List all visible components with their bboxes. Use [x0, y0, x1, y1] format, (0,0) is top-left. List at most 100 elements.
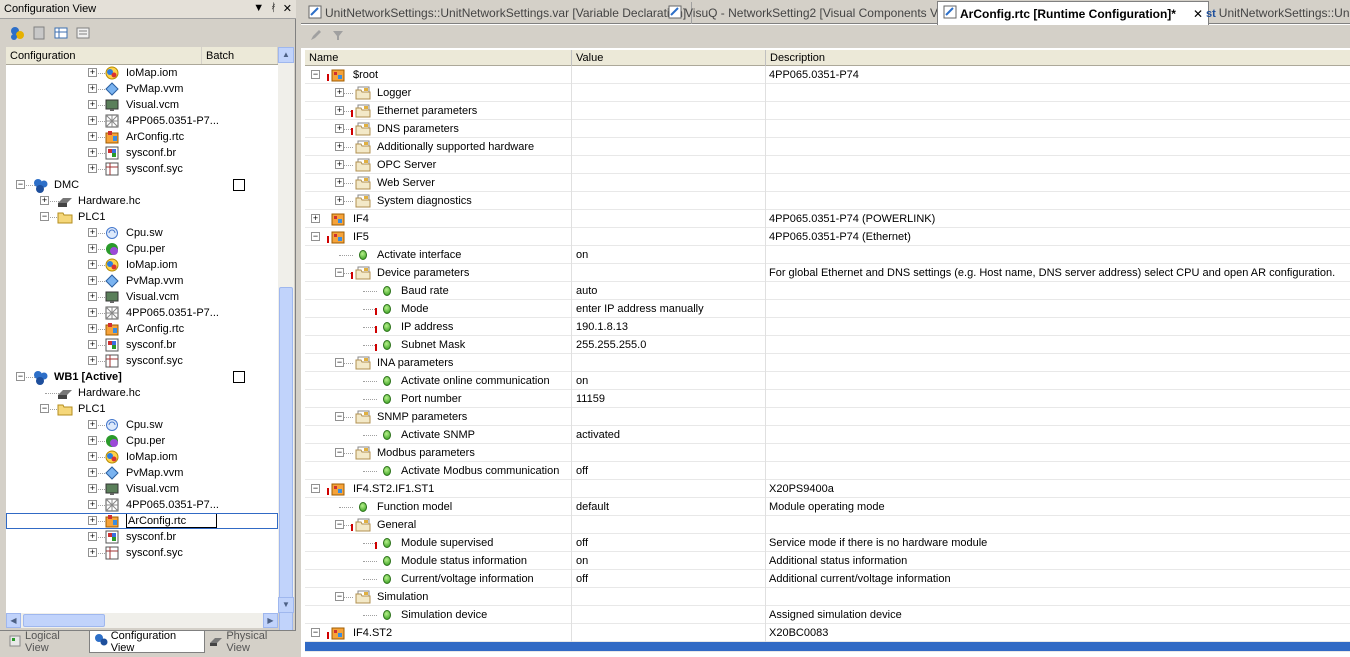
collapse-icon[interactable]: − [16, 372, 25, 381]
grid-row[interactable]: Simulation device Assigned simulation dev… [305, 606, 1350, 624]
collapse-icon[interactable]: − [311, 70, 320, 79]
expand-icon[interactable]: + [335, 88, 344, 97]
collapse-icon[interactable]: − [40, 212, 49, 221]
tree-item[interactable]: + ArConfig.rtc [6, 513, 278, 529]
document-tab[interactable]: UnitNetworkSettings::UnitNetworkSettings… [303, 2, 693, 24]
grid-row[interactable]: + Ethernet parameters [305, 102, 1350, 120]
grid-row[interactable]: + System diagnostics [305, 192, 1350, 210]
expand-icon[interactable]: + [88, 420, 97, 429]
grid-row[interactable]: Subnet Mask 255.255.255.0 [305, 336, 1350, 354]
expand-icon[interactable]: + [88, 452, 97, 461]
tree-item[interactable]: − DMC [6, 177, 278, 193]
table-icon[interactable] [52, 24, 70, 42]
grid-row[interactable]: Activate SNMP activated [305, 426, 1350, 444]
cell-value[interactable]: off [576, 534, 766, 552]
expand-icon[interactable]: + [88, 484, 97, 493]
scroll-thumb[interactable] [279, 287, 293, 642]
expand-icon[interactable]: + [88, 548, 97, 557]
expand-icon[interactable]: + [335, 142, 344, 151]
grid-row[interactable]: Module supervised off Service mode if ther… [305, 534, 1350, 552]
collapse-icon[interactable]: − [16, 180, 25, 189]
tree-item[interactable]: + Visual.vcm [6, 289, 278, 305]
dropdown-arrow-icon[interactable]: ▼ [253, 2, 264, 15]
expand-icon[interactable]: + [88, 148, 97, 157]
collapse-icon[interactable]: − [311, 628, 320, 637]
document-tab[interactable]: st UnitNetworkSettings::UnitN [1201, 2, 1350, 24]
expand-icon[interactable]: + [88, 84, 97, 93]
batch-checkbox[interactable] [233, 371, 245, 383]
grid-row[interactable]: Function model default Module operating mo… [305, 498, 1350, 516]
tree-item[interactable]: + IoMap.iom [6, 257, 278, 273]
grid-row[interactable]: Mode enter IP address manually [305, 300, 1350, 318]
pin-icon[interactable]: ᚯ [270, 2, 277, 15]
cell-value[interactable]: 255.255.255.0 [576, 336, 766, 354]
cell-value[interactable]: off [576, 570, 766, 588]
expand-icon[interactable]: + [88, 276, 97, 285]
filter-icon[interactable] [331, 28, 345, 45]
grid-row[interactable]: + OPC Server [305, 156, 1350, 174]
grid-row[interactable]: − IF5 4PP065.0351-P74 (Ethernet) [305, 228, 1350, 246]
tab-logical-view[interactable]: Logical View [4, 630, 89, 654]
grid-row[interactable]: − Simulation [305, 588, 1350, 606]
tree-item[interactable]: + PvMap.vvm [6, 81, 278, 97]
expand-icon[interactable]: + [88, 340, 97, 349]
cell-value[interactable]: auto [576, 282, 766, 300]
grid-row[interactable]: + Web Server [305, 174, 1350, 192]
column-name[interactable]: Name [305, 50, 572, 66]
column-description[interactable]: Description [766, 50, 1350, 66]
tree-item[interactable]: + Visual.vcm [6, 97, 278, 113]
grid-row[interactable]: + IF4 4PP065.0351-P74 (POWERLINK) [305, 210, 1350, 228]
expand-icon[interactable]: + [335, 178, 344, 187]
scroll-left-icon[interactable]: ◀ [6, 613, 21, 628]
expand-icon[interactable]: + [40, 196, 49, 205]
tree-item[interactable]: +4PP065.0351-P7... [6, 113, 278, 129]
tree-item[interactable]: + IoMap.iom [6, 65, 278, 81]
expand-icon[interactable]: + [88, 500, 97, 509]
grid-row[interactable]: + DNS parameters [305, 120, 1350, 138]
expand-icon[interactable]: + [335, 160, 344, 169]
expand-icon[interactable]: + [88, 532, 97, 541]
grid-row[interactable]: IP address 190.1.8.13 [305, 318, 1350, 336]
tree-item[interactable]: + Cpu.sw [6, 417, 278, 433]
grid-row[interactable]: − $root 4PP065.0351-P74 [305, 66, 1350, 84]
tree-item[interactable]: +4PP065.0351-P7... [6, 305, 278, 321]
expand-icon[interactable]: + [335, 106, 344, 115]
scroll-right-icon[interactable]: ▶ [263, 613, 278, 628]
grid-row[interactable]: Activate interface on [305, 246, 1350, 264]
horizontal-scrollbar[interactable]: ◀ ▶ [6, 613, 278, 628]
tree-item[interactable]: Hardware.hc [6, 385, 278, 401]
collapse-icon[interactable]: − [335, 412, 344, 421]
expand-icon[interactable]: + [335, 196, 344, 205]
column-value[interactable]: Value [572, 50, 766, 66]
tree-item[interactable]: + Visual.vcm [6, 481, 278, 497]
expand-icon[interactable]: + [88, 116, 97, 125]
tree-item[interactable]: + sysconf.syc [6, 161, 278, 177]
collapse-icon[interactable]: − [311, 484, 320, 493]
collapse-icon[interactable]: − [40, 404, 49, 413]
collapse-icon[interactable]: − [335, 448, 344, 457]
grid-row[interactable]: − SNMP parameters [305, 408, 1350, 426]
grid-row[interactable]: + Logger [305, 84, 1350, 102]
tree-item[interactable]: + ArConfig.rtc [6, 129, 278, 145]
tree-item[interactable]: + sysconf.br [6, 145, 278, 161]
expand-icon[interactable]: + [88, 132, 97, 141]
grid-row[interactable]: − General [305, 516, 1350, 534]
configuration-icon[interactable] [8, 24, 26, 42]
tree-item[interactable]: + Cpu.per [6, 241, 278, 257]
scroll-down-icon[interactable]: ▼ [278, 597, 294, 613]
document-tab[interactable]: VisuQ - NetworkSetting2 [Visual Componen… [663, 2, 968, 24]
grid-row[interactable]: + Additionally supported hardware [305, 138, 1350, 156]
grid-row[interactable]: Port number 11159 [305, 390, 1350, 408]
grid-row[interactable]: Current/voltage information off Additional… [305, 570, 1350, 588]
tree-item[interactable]: + Cpu.per [6, 433, 278, 449]
tree-item[interactable]: + PvMap.vvm [6, 273, 278, 289]
document-tab[interactable]: ArConfig.rtc [Runtime Configuration]* ✕ [937, 1, 1210, 25]
scroll-up-icon[interactable]: ▲ [278, 47, 294, 63]
collapse-icon[interactable]: − [311, 232, 320, 241]
grid-row[interactable]: − IF4.ST2 X20BC0083 [305, 624, 1350, 642]
grid-row[interactable]: Module status information on Additional st… [305, 552, 1350, 570]
cell-value[interactable]: on [576, 372, 766, 390]
cell-value[interactable]: activated [576, 426, 766, 444]
properties-icon[interactable] [74, 24, 92, 42]
tree-item[interactable]: + Hardware.hc [6, 193, 278, 209]
